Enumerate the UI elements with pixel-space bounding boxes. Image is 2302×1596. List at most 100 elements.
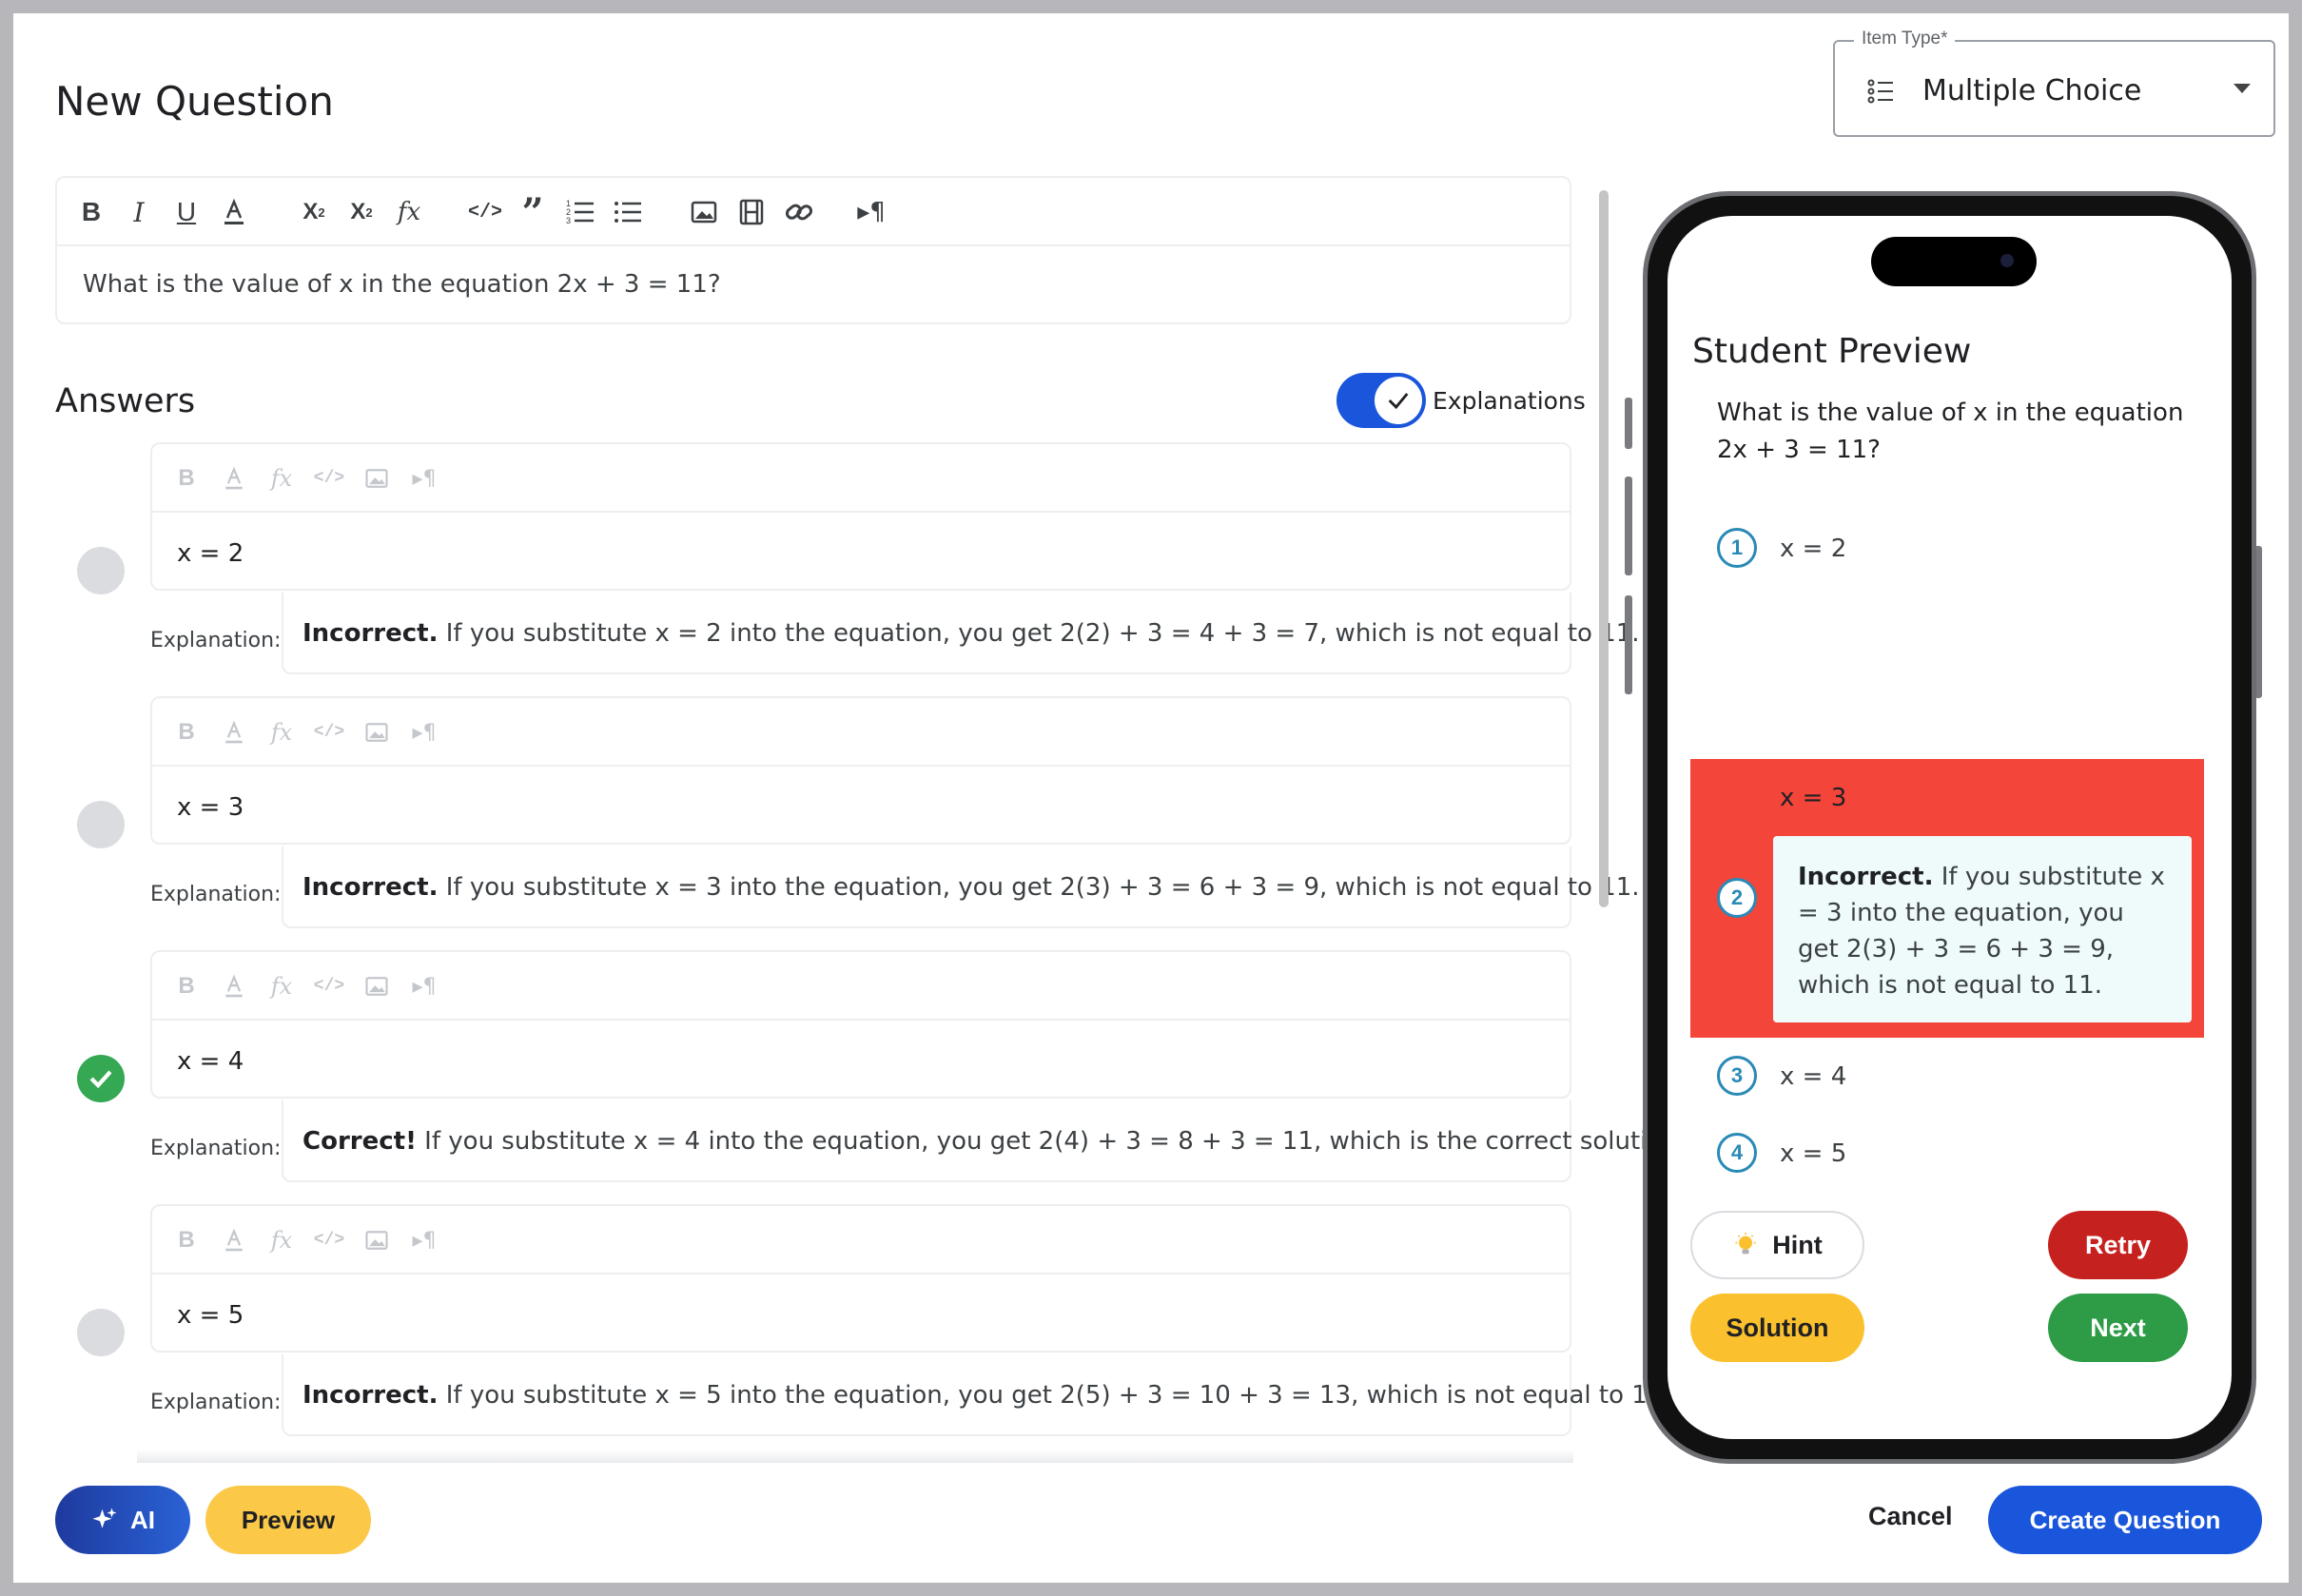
explanation-body: If you substitute x = 2 into the equatio… <box>438 619 1640 648</box>
item-type-select[interactable]: Item Type* Multiple Choice <box>1833 29 2275 137</box>
explanation-body: If you substitute x = 4 into the equatio… <box>416 1127 1687 1156</box>
preview-button[interactable]: Preview <box>205 1486 371 1554</box>
phone-button <box>1625 595 1632 694</box>
option-text: x = 2 <box>1780 535 1847 563</box>
ai-button[interactable]: AI <box>55 1486 190 1554</box>
paragraph-direction-icon[interactable]: ▸¶ <box>409 717 439 748</box>
bold-icon[interactable]: B <box>171 1225 202 1255</box>
code-icon[interactable]: </> <box>314 717 344 748</box>
paragraph-direction-icon[interactable]: ▸¶ <box>854 195 888 229</box>
code-icon[interactable]: </> <box>468 195 502 229</box>
formula-icon[interactable]: fx <box>266 717 297 748</box>
bold-icon[interactable]: B <box>171 971 202 1002</box>
answer-editor: B fx </> ▸¶ x = 4 <box>150 950 1571 1099</box>
formula-icon[interactable]: fx <box>266 463 297 494</box>
link-icon[interactable] <box>782 195 816 229</box>
text-color-icon[interactable] <box>219 717 249 748</box>
formula-icon[interactable]: fx <box>266 971 297 1002</box>
bulleted-list-icon[interactable] <box>611 195 645 229</box>
answer-toolbar: B fx </> ▸¶ <box>152 1206 1570 1275</box>
text-color-icon[interactable] <box>219 971 249 1002</box>
bold-icon[interactable]: B <box>171 717 202 748</box>
paragraph-direction-icon[interactable]: ▸¶ <box>409 1225 439 1255</box>
numbered-list-icon[interactable]: 123 <box>563 195 597 229</box>
question-toolbar: B I U X2 X2 fx </> ” 123 ▸¶ <box>57 178 1570 246</box>
answer-radio[interactable] <box>77 547 125 594</box>
formula-icon[interactable]: fx <box>266 1225 297 1255</box>
preview-option-selected[interactable]: 2 x = 3 Incorrect. If you substitute x =… <box>1690 759 2204 1038</box>
answer-value[interactable]: x = 4 <box>177 1047 244 1076</box>
subscript-icon[interactable]: X2 <box>297 195 331 229</box>
image-icon[interactable] <box>687 195 721 229</box>
answer-editor: B fx </> ▸¶ x = 3 <box>150 696 1571 845</box>
phone-preview: Student Preview What is the value of x i… <box>1643 191 2256 1464</box>
retry-button[interactable]: Retry <box>2048 1211 2188 1279</box>
underline-icon[interactable]: U <box>169 195 204 229</box>
hint-button[interactable]: Hint <box>1690 1211 1864 1279</box>
image-icon[interactable] <box>361 971 392 1002</box>
answer-value[interactable]: x = 2 <box>177 539 244 568</box>
item-type-label: Item Type* <box>1854 29 1956 49</box>
answer-toolbar: B fx </> ▸¶ <box>152 698 1570 767</box>
explanation-text: Correct! If you substitute x = 4 into th… <box>302 1127 1686 1156</box>
option-text: x = 5 <box>1780 1139 1847 1168</box>
scrollbar[interactable] <box>1599 190 1609 907</box>
feedback-box: Incorrect. If you substitute x = 3 into … <box>1773 836 2192 1022</box>
preview-option[interactable]: 4 x = 5 <box>1668 1115 2232 1191</box>
image-icon[interactable] <box>361 1225 392 1255</box>
bold-icon[interactable]: B <box>74 195 108 229</box>
cancel-button[interactable]: Cancel <box>1868 1502 1953 1531</box>
code-icon[interactable]: </> <box>314 971 344 1002</box>
text-color-icon[interactable] <box>217 195 251 229</box>
explanation-verdict: Correct! <box>302 1127 417 1156</box>
phone-screen: Student Preview What is the value of x i… <box>1668 216 2232 1439</box>
preview-option[interactable]: 1 x = 2 <box>1668 510 2232 586</box>
formula-icon[interactable]: fx <box>392 195 426 229</box>
paragraph-direction-icon[interactable]: ▸¶ <box>409 971 439 1002</box>
paragraph-direction-icon[interactable]: ▸¶ <box>409 463 439 494</box>
superscript-icon[interactable]: X2 <box>344 195 379 229</box>
option-text: x = 3 <box>1780 784 1847 812</box>
svg-text:3: 3 <box>566 216 571 225</box>
image-icon[interactable] <box>361 717 392 748</box>
answer-radio[interactable] <box>77 1309 125 1356</box>
question-text[interactable]: What is the value of x in the equation 2… <box>83 270 721 299</box>
explanation-field[interactable]: Incorrect. If you substitute x = 5 into … <box>282 1354 1671 1436</box>
explanations-toggle-label: Explanations <box>1433 387 1586 415</box>
answer-toolbar: B fx </> ▸¶ <box>152 952 1570 1021</box>
question-editor: B I U X2 X2 fx </> ” 123 ▸¶ What is the … <box>55 176 1571 324</box>
explanation-field[interactable]: Incorrect. If you substitute x = 3 into … <box>282 847 1640 928</box>
answer-editor: B fx </> ▸¶ x = 2 <box>150 442 1571 591</box>
explanation-field[interactable]: Incorrect. If you substitute x = 2 into … <box>282 593 1640 674</box>
option-number: 3 <box>1717 1056 1757 1096</box>
answers-heading: Answers <box>55 382 196 420</box>
solution-button[interactable]: Solution <box>1690 1294 1864 1362</box>
explanation-verdict: Incorrect. <box>302 619 439 648</box>
italic-icon[interactable]: I <box>122 195 156 229</box>
text-color-icon[interactable] <box>219 463 249 494</box>
option-text: x = 4 <box>1780 1062 1847 1091</box>
answer-radio-correct[interactable] <box>77 1055 125 1102</box>
next-button[interactable]: Next <box>2048 1294 2188 1362</box>
explanation-label: Explanation: <box>150 629 282 652</box>
image-icon[interactable] <box>361 463 392 494</box>
text-color-icon[interactable] <box>219 1225 249 1255</box>
bold-icon[interactable]: B <box>171 463 202 494</box>
check-icon <box>1375 377 1422 424</box>
explanations-toggle[interactable] <box>1336 373 1426 428</box>
explanation-field[interactable]: Correct! If you substitute x = 4 into th… <box>282 1100 1686 1182</box>
answer-radio[interactable] <box>77 801 125 848</box>
create-question-button[interactable]: Create Question <box>1988 1486 2262 1554</box>
code-icon[interactable]: </> <box>314 463 344 494</box>
answer-value[interactable]: x = 3 <box>177 793 244 822</box>
chevron-down-icon <box>2234 84 2251 93</box>
answer-value[interactable]: x = 5 <box>177 1301 244 1330</box>
quote-icon[interactable]: ” <box>516 190 550 235</box>
video-icon[interactable] <box>734 195 769 229</box>
explanation-text: Incorrect. If you substitute x = 3 into … <box>302 873 1640 902</box>
explanation-label: Explanation: <box>150 883 282 906</box>
option-number: 1 <box>1717 528 1757 568</box>
preview-option[interactable]: 3 x = 4 <box>1668 1038 2232 1114</box>
code-icon[interactable]: </> <box>314 1225 344 1255</box>
answer-item: B fx </> ▸¶ x = 4 Explanation: Correct! … <box>13 950 1686 1197</box>
